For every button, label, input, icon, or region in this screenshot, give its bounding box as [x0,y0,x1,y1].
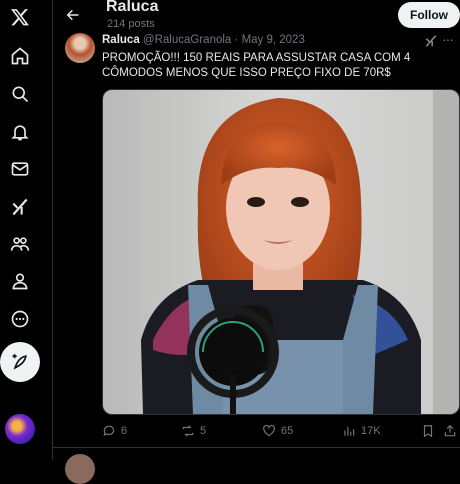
grok-icon[interactable] [8,195,32,219]
views-button[interactable]: 17K [342,424,381,438]
heart-icon [263,424,275,437]
back-button[interactable] [62,4,84,26]
reply-button[interactable]: 6 [102,424,127,438]
arrow-left-icon [66,9,79,21]
post-count: 214 posts [107,18,155,30]
share-button[interactable] [443,424,457,438]
notifications-icon[interactable] [8,120,32,144]
messages-icon[interactable] [8,157,32,181]
profile-icon[interactable] [8,269,32,293]
communities-icon[interactable] [8,232,32,256]
follow-button[interactable]: Follow [398,2,460,28]
repost-button[interactable]: 5 [181,424,206,438]
column-divider [52,0,53,460]
tweet-header: Raluca @RalucaGranola · May 9, 2023 [102,34,305,46]
repost-count: 5 [200,425,207,437]
sidebar-nav [0,0,40,460]
view-count: 17K [361,425,381,437]
next-tweet-avatar[interactable] [65,454,95,484]
views-chart-icon [344,426,355,436]
tweet-handle[interactable]: @RalucaGranola [143,34,231,46]
x-logo-icon[interactable] [8,5,32,29]
like-count: 65 [281,425,294,437]
tweet-separator: · [234,34,239,46]
tweet-divider [52,447,460,448]
more-icon[interactable] [8,307,32,331]
tweet-author-name[interactable]: Raluca [102,34,140,46]
like-button[interactable]: 65 [262,424,293,438]
tweet-text: PROMOÇÃO!!! 150 REAIS PARA ASSUSTAR CASA… [102,52,411,79]
home-icon[interactable] [8,44,32,68]
share-icon [444,424,456,437]
reply-icon [103,425,115,437]
repost-icon [182,425,194,437]
tweet-avatar[interactable] [65,33,95,63]
bookmark-button[interactable] [421,424,435,438]
account-avatar[interactable] [5,414,35,444]
search-icon[interactable] [8,82,32,106]
bookmark-icon [423,425,433,438]
feather-plus-icon [12,354,27,370]
reply-count: 6 [121,425,128,437]
profile-name-header: Raluca [106,0,159,15]
more-options-icon[interactable]: ··· [442,32,458,48]
tweet-date[interactable]: May 9, 2023 [242,34,305,46]
post-button[interactable] [0,342,40,382]
grok-icon[interactable] [424,34,438,48]
tweet-media-image[interactable] [102,89,460,415]
